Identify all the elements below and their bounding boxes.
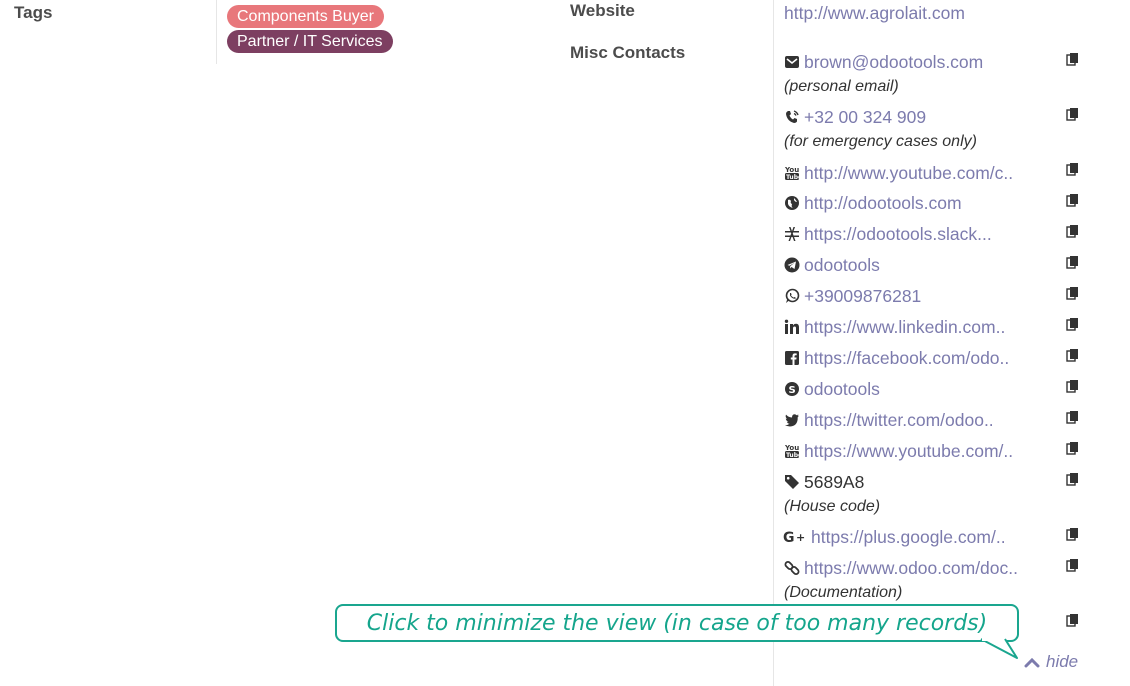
contact-value[interactable]: http://www.youtube.com/c.. bbox=[804, 163, 1013, 184]
twitter-icon bbox=[783, 412, 800, 429]
globe-icon bbox=[783, 195, 800, 212]
contact-value[interactable]: https://www.linkedin.com.. bbox=[804, 317, 1005, 338]
contact-item: G + https://plus.google.com/.. bbox=[783, 525, 1006, 549]
contact-item: https://twitter.com/odoo.. bbox=[783, 408, 994, 432]
contact-item: +32 00 324 909 bbox=[783, 105, 926, 129]
copy-icon[interactable] bbox=[1066, 286, 1080, 300]
youtube-icon: YouTube bbox=[783, 165, 800, 182]
copy-icon[interactable] bbox=[1066, 441, 1080, 455]
website-label: Website bbox=[570, 1, 635, 20]
callout-text: Click to minimize the view (in case of t… bbox=[366, 610, 988, 636]
copy-icon[interactable] bbox=[1066, 558, 1080, 572]
youtube-icon: YouTube bbox=[783, 443, 800, 460]
contact-item: http://odootools.com bbox=[783, 191, 962, 215]
contact-item: YouTube https://www.youtube.com/.. bbox=[783, 439, 1014, 463]
tag-partner-it-services[interactable]: Partner / IT Services bbox=[227, 30, 393, 53]
contact-item: https://odootools.slack... bbox=[783, 222, 992, 246]
telegram-icon bbox=[783, 257, 800, 274]
contact-item: https://www.linkedin.com.. bbox=[783, 315, 1005, 339]
copy-icon[interactable] bbox=[1066, 379, 1080, 393]
divider bbox=[773, 0, 774, 686]
copy-icon[interactable] bbox=[1066, 410, 1080, 424]
contact-note: (for emergency cases only) bbox=[784, 133, 977, 150]
copy-icon[interactable] bbox=[1066, 317, 1080, 331]
contact-value[interactable]: https://twitter.com/odoo.. bbox=[804, 410, 994, 431]
contact-item: https://facebook.com/odo.. bbox=[783, 346, 1009, 370]
contact-item: S odootools bbox=[783, 377, 880, 401]
tag-icon bbox=[783, 474, 800, 491]
contact-item: https://www.odoo.com/doc.. bbox=[783, 556, 1018, 580]
copy-icon[interactable] bbox=[1066, 107, 1080, 121]
linkedin-icon bbox=[783, 319, 800, 336]
contact-value[interactable]: https://www.odoo.com/doc.. bbox=[804, 558, 1018, 579]
copy-icon[interactable] bbox=[1066, 193, 1080, 207]
contact-value[interactable]: https://www.youtube.com/.. bbox=[804, 441, 1013, 462]
copy-icon[interactable] bbox=[1066, 348, 1080, 362]
copy-icon[interactable] bbox=[1066, 472, 1080, 486]
svg-text:S: S bbox=[788, 385, 795, 396]
tags-label: Tags bbox=[14, 3, 53, 22]
hide-label: hide bbox=[1046, 652, 1079, 671]
link-icon bbox=[783, 560, 800, 577]
website-link[interactable]: http://www.agrolait.com bbox=[784, 3, 965, 24]
contact-value[interactable]: https://plus.google.com/.. bbox=[811, 527, 1006, 548]
hide-toggle[interactable]: hide bbox=[1024, 652, 1078, 672]
svg-text:+: + bbox=[796, 531, 805, 544]
contact-value[interactable]: +32 00 324 909 bbox=[804, 107, 926, 128]
slack-icon bbox=[783, 226, 800, 243]
contact-item: odootools bbox=[783, 253, 880, 277]
contact-note: (Documentation) bbox=[784, 584, 903, 601]
chevron-up-icon bbox=[1024, 657, 1040, 668]
contact-item: +39009876281 bbox=[783, 284, 921, 308]
callout-pointer bbox=[980, 638, 1018, 659]
divider bbox=[216, 0, 217, 64]
svg-text:You: You bbox=[784, 166, 799, 174]
envelope-icon bbox=[783, 54, 800, 71]
contact-note: (House code) bbox=[784, 498, 881, 515]
contact-value[interactable]: https://facebook.com/odo.. bbox=[804, 348, 1009, 369]
copy-icon[interactable] bbox=[1066, 52, 1080, 66]
copy-icon[interactable] bbox=[1066, 224, 1080, 238]
contact-value[interactable]: http://odootools.com bbox=[804, 193, 962, 214]
svg-text:Tube: Tube bbox=[786, 452, 800, 459]
contact-value[interactable]: brown@odootools.com bbox=[804, 52, 983, 73]
svg-text:Tube: Tube bbox=[786, 174, 800, 181]
skype-icon: S bbox=[783, 381, 800, 398]
contact-value[interactable]: +39009876281 bbox=[804, 286, 921, 307]
contact-note: (personal email) bbox=[784, 78, 899, 95]
phone-volume-icon bbox=[783, 109, 800, 126]
copy-icon[interactable] bbox=[1066, 613, 1080, 627]
svg-text:G: G bbox=[783, 530, 795, 545]
callout-tooltip: Click to minimize the view (in case of t… bbox=[335, 604, 1019, 642]
contact-value[interactable]: odootools bbox=[804, 255, 880, 276]
contact-item: 5689A8 bbox=[783, 470, 864, 494]
misc-contacts-label: Misc Contacts bbox=[570, 43, 686, 62]
contact-item: brown@odootools.com bbox=[783, 50, 983, 74]
facebook-icon bbox=[783, 350, 800, 367]
tag-components-buyer[interactable]: Components Buyer bbox=[227, 5, 384, 28]
contact-value[interactable]: https://odootools.slack... bbox=[804, 224, 992, 245]
contact-value[interactable]: odootools bbox=[804, 379, 880, 400]
svg-text:You: You bbox=[784, 444, 799, 452]
copy-icon[interactable] bbox=[1066, 527, 1080, 541]
whatsapp-icon bbox=[783, 288, 800, 305]
google-plus-icon: G + bbox=[783, 529, 807, 546]
contact-item: YouTube http://www.youtube.com/c.. bbox=[783, 161, 1014, 185]
copy-icon[interactable] bbox=[1066, 162, 1080, 176]
copy-icon[interactable] bbox=[1066, 255, 1080, 269]
contact-value: 5689A8 bbox=[804, 471, 865, 492]
